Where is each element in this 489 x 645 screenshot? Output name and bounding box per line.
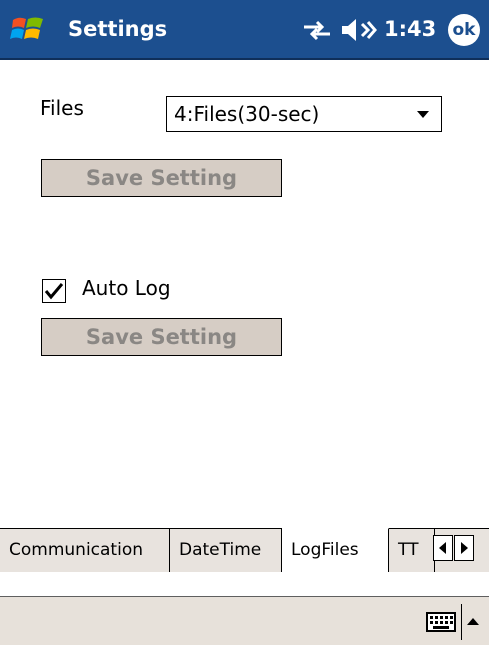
tab-logfiles[interactable]: LogFiles bbox=[282, 528, 389, 573]
title-bar: Settings 1:43 ok bbox=[0, 0, 489, 60]
checkmark-icon bbox=[44, 283, 64, 300]
menu-bar bbox=[0, 597, 489, 645]
connectivity-icon[interactable] bbox=[300, 18, 334, 42]
window-title: Settings bbox=[68, 17, 168, 41]
save-setting-button-autolog[interactable]: Save Setting bbox=[41, 318, 282, 356]
save-setting-button-files[interactable]: Save Setting bbox=[41, 159, 282, 197]
tab-tt[interactable]: TT bbox=[389, 529, 435, 573]
keyboard-icon[interactable] bbox=[426, 612, 456, 632]
clock[interactable]: 1:43 bbox=[384, 14, 436, 44]
files-dropdown-value: 4:Files(30-sec) bbox=[174, 102, 320, 126]
tab-datetime[interactable]: DateTime bbox=[170, 529, 282, 573]
chevron-down-icon bbox=[417, 111, 429, 118]
auto-log-label: Auto Log bbox=[82, 276, 171, 300]
windows-start-icon[interactable] bbox=[10, 14, 46, 44]
menu-divider bbox=[461, 604, 462, 640]
files-label: Files bbox=[40, 96, 84, 120]
tab-communication[interactable]: Communication bbox=[0, 529, 170, 573]
auto-log-checkbox[interactable] bbox=[42, 279, 66, 303]
separator-strip bbox=[0, 572, 489, 597]
files-dropdown[interactable]: 4:Files(30-sec) bbox=[166, 96, 442, 132]
arrow-left-icon bbox=[439, 542, 446, 554]
ok-button[interactable]: ok bbox=[448, 14, 480, 46]
volume-icon[interactable] bbox=[340, 16, 378, 44]
chevron-up-icon[interactable] bbox=[466, 616, 480, 626]
arrow-right-icon bbox=[461, 542, 468, 554]
tab-scroll-right-button[interactable] bbox=[454, 535, 474, 561]
tab-strip: Communication DateTime LogFiles TT bbox=[0, 528, 489, 573]
tab-scroll-left-button[interactable] bbox=[433, 535, 453, 561]
